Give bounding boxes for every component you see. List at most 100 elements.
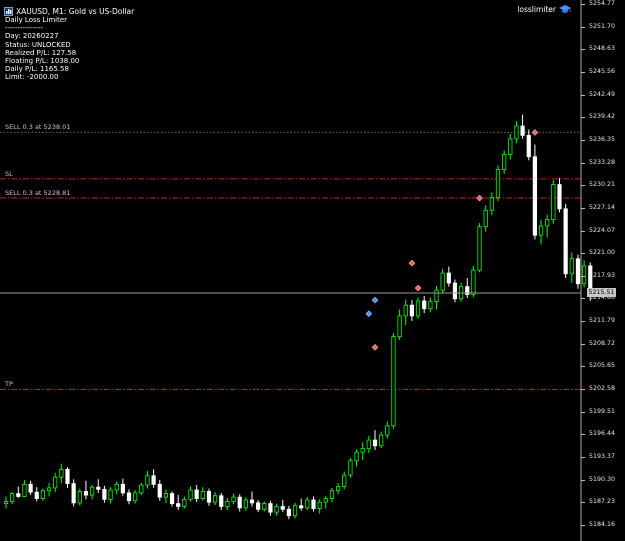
candle [538, 219, 544, 245]
candle-body [243, 499, 248, 509]
candle [354, 449, 359, 467]
candle-body [397, 315, 402, 337]
candle [22, 480, 27, 498]
candle [40, 488, 46, 501]
price-tick-mark [581, 479, 585, 481]
candle-body [256, 502, 261, 510]
price-tick-mark [581, 207, 585, 209]
price-tick-mark [581, 4, 585, 5]
candle-body [182, 498, 187, 507]
info-line: --------------- [5, 24, 43, 33]
candle [16, 486, 21, 498]
candle-body [28, 483, 33, 493]
candle [96, 479, 101, 493]
sell-trade-marker[interactable] [371, 343, 379, 351]
candle [434, 285, 439, 310]
candle [65, 467, 70, 488]
candle [256, 500, 261, 513]
candle [145, 470, 150, 489]
candle [569, 252, 574, 284]
buy-trade-marker[interactable] [371, 296, 379, 304]
candle [28, 480, 33, 496]
candle [477, 223, 482, 273]
candle [489, 192, 494, 216]
price-tick-label: 5208.72 [589, 339, 616, 347]
price-tick-mark [581, 525, 585, 526]
candle-body [391, 336, 396, 427]
candle [34, 487, 39, 502]
price-tick-label: 5205.65 [589, 362, 616, 370]
info-line: Daily P/L: 1165.58 [5, 65, 69, 74]
price-tick-label: 5190.30 [589, 475, 616, 483]
candle [557, 178, 562, 213]
candle-body [200, 491, 205, 499]
candle [243, 497, 248, 511]
price-tick-mark [581, 49, 585, 51]
sell-order-2-label: SELL 0.3 at 5228.81 [5, 189, 71, 198]
candle-body [323, 498, 328, 503]
candle-body [65, 468, 70, 485]
buy-trade-marker[interactable] [365, 310, 373, 318]
candle-body [145, 475, 150, 486]
candle-body [176, 503, 181, 507]
candle [157, 480, 162, 501]
candle-body [280, 506, 285, 510]
info-line: Status: UNLOCKED [5, 40, 71, 49]
price-tick-label: 5199.51 [589, 407, 616, 415]
price-chart[interactable] [0, 0, 625, 541]
candle-body [366, 439, 371, 450]
candle [483, 205, 488, 232]
candle-body [114, 483, 119, 491]
sell-trade-marker[interactable] [414, 284, 422, 292]
candle [219, 492, 224, 511]
trade-markers [365, 129, 539, 351]
candle-body [163, 493, 168, 498]
candle [126, 489, 132, 505]
candle-body [508, 138, 513, 155]
candle [169, 491, 175, 507]
candle [46, 482, 52, 497]
sell-trade-marker[interactable] [531, 129, 539, 136]
candle-body [120, 483, 125, 494]
candle [200, 487, 205, 501]
sell-trade-marker[interactable] [476, 194, 483, 202]
price-tick-mark [581, 185, 585, 187]
candle [133, 490, 138, 504]
candle [188, 486, 193, 502]
stop-loss-label: SL [5, 169, 13, 178]
price-tick-mark [581, 298, 585, 300]
candle-body [268, 503, 273, 513]
candle-body [477, 226, 482, 271]
candle-body [212, 495, 218, 503]
candle-body [249, 499, 255, 504]
candle-body [538, 225, 544, 236]
candle [10, 492, 15, 505]
candle-body [40, 490, 46, 499]
price-tick-mark [581, 389, 585, 391]
price-tick-label: 5248.63 [589, 45, 616, 53]
expert-advisor-badge[interactable]: losslimiter [517, 4, 571, 14]
candle [280, 500, 285, 513]
info-line: Daily Loss Limiter [5, 16, 68, 24]
price-tick-mark [581, 366, 585, 368]
expert-advisor-name: losslimiter [517, 4, 556, 14]
candle-body [434, 289, 439, 303]
candle-body [311, 499, 316, 509]
price-tick-mark [581, 94, 585, 96]
candle-body [514, 125, 519, 140]
candle [299, 498, 304, 511]
price-tick-mark [581, 162, 585, 164]
candle-body [83, 491, 89, 496]
candle-body [428, 301, 433, 310]
symbol-icon[interactable] [4, 6, 13, 16]
candle [237, 494, 242, 512]
sell-trade-marker[interactable] [408, 259, 416, 267]
candle-body [551, 184, 556, 220]
candle-body [489, 197, 494, 211]
candle [317, 499, 322, 514]
price-tick-label: 5184.16 [589, 521, 616, 528]
candle-body [317, 501, 322, 509]
price-axis[interactable]: 5254.77 5251.70 5248.63 5245.56 5242.49 5239.… [581, 0, 625, 541]
candle-body [96, 486, 101, 490]
candle-body [532, 156, 538, 236]
